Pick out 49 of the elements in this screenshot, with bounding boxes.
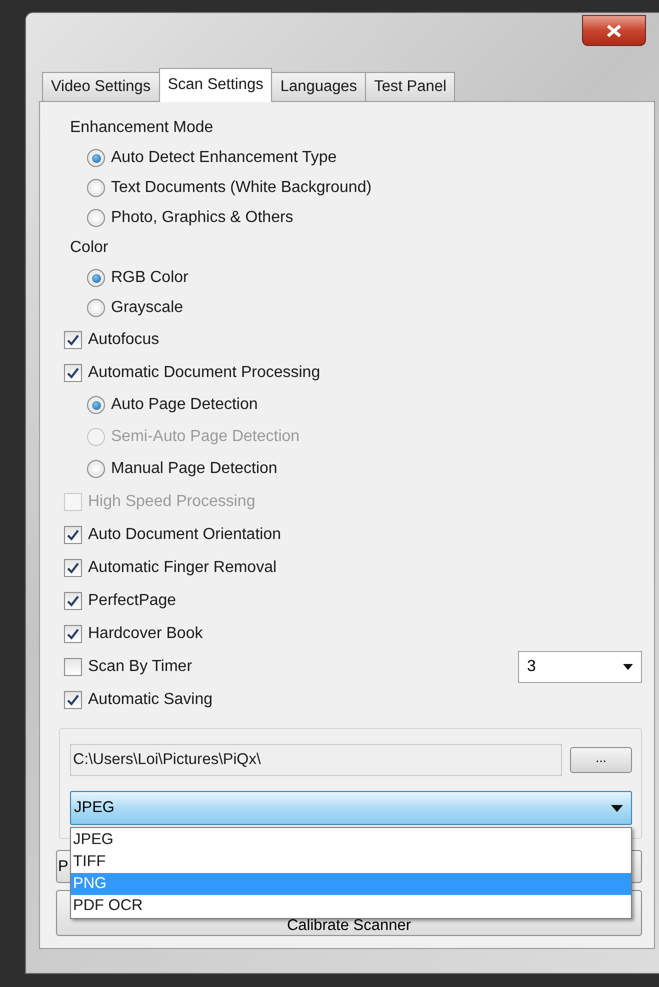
checkbox-label: Scan By Timer — [88, 658, 192, 676]
radio-label: RGB Color — [111, 269, 188, 287]
tab[interactable]: Languages — [271, 72, 366, 101]
tab[interactable]: Scan Settings — [158, 68, 272, 102]
dropdown-option[interactable]: TIFF — [71, 851, 631, 873]
radio-label: Manual Page Detection — [111, 460, 278, 478]
browse-button[interactable]: ... — [570, 747, 632, 773]
section-heading: Color — [70, 239, 108, 257]
format-dropdown[interactable]: JPEG — [70, 791, 632, 825]
checkbox[interactable] — [64, 364, 82, 382]
radio-label: Auto Page Detection — [111, 396, 258, 414]
checkbox-label: Autofocus — [88, 330, 160, 348]
radio-label: Text Documents (White Background) — [111, 179, 372, 197]
checkbox[interactable] — [64, 658, 82, 676]
checkbox-label: Hardcover Book — [88, 624, 203, 642]
close-icon — [605, 24, 623, 38]
checkbox[interactable] — [64, 592, 82, 610]
radio-label: Semi-Auto Page Detection — [111, 428, 300, 446]
checkbox-label: Auto Document Orientation — [88, 526, 281, 544]
radio-label: Grayscale — [111, 299, 184, 317]
radio-label: Photo, Graphics & Others — [111, 209, 294, 227]
checkbox[interactable] — [64, 330, 82, 348]
radio-button[interactable] — [87, 209, 105, 227]
dropdown-option[interactable]: JPEG — [71, 829, 631, 851]
checkbox[interactable] — [64, 624, 82, 642]
radio-button[interactable] — [87, 396, 105, 414]
timer-dropdown[interactable]: 3 — [518, 650, 642, 682]
checkbox[interactable] — [64, 558, 82, 576]
checkbox-label: Automatic Document Processing — [88, 364, 320, 382]
radio-button[interactable] — [87, 299, 105, 317]
tab[interactable]: Video Settings — [42, 72, 160, 101]
checkbox[interactable] — [64, 690, 82, 708]
dropdown-arrow-icon — [623, 664, 633, 670]
dropdown-arrow-icon — [611, 804, 623, 812]
radio-button[interactable] — [87, 460, 105, 478]
radio-button[interactable] — [87, 149, 105, 167]
path-field[interactable]: C:\Users\Loi\Pictures\PiQx\ — [70, 744, 562, 776]
radio-button[interactable] — [87, 269, 105, 287]
close-button[interactable] — [582, 15, 646, 46]
checkbox-label: PerfectPage — [88, 592, 176, 610]
tab[interactable]: Test Panel — [365, 72, 456, 101]
checkbox-label: High Speed Processing — [88, 492, 256, 510]
dropdown-option[interactable]: PDF OCR — [71, 895, 631, 917]
radio-button[interactable] — [87, 179, 105, 197]
radio-label: Auto Detect Enhancement Type — [111, 149, 337, 167]
checkbox-label: Automatic Finger Removal — [88, 558, 277, 576]
section-heading: Enhancement Mode — [70, 119, 214, 137]
checkbox[interactable] — [64, 526, 82, 544]
checkbox-label: Automatic Saving — [88, 690, 213, 708]
